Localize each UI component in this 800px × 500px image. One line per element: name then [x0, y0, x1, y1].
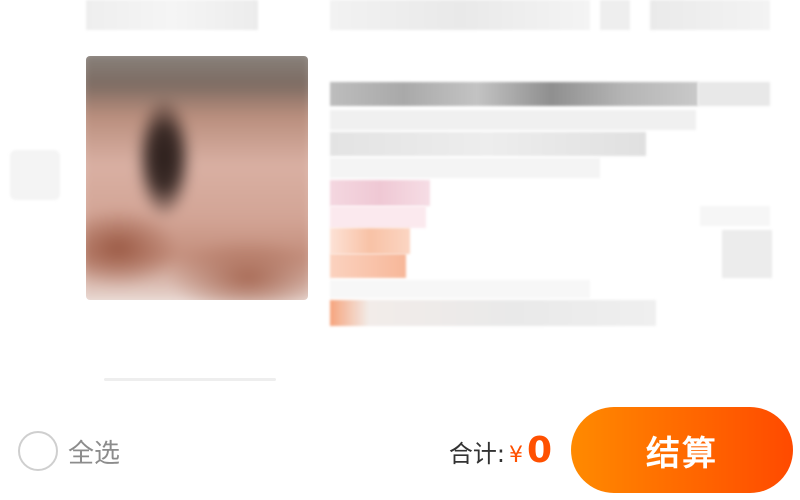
product-title-obscured[interactable]	[330, 82, 698, 106]
previous-item-placeholder	[600, 0, 630, 30]
cart-item-list	[0, 0, 800, 395]
divider	[104, 378, 276, 381]
total-label: 合计:	[448, 440, 505, 468]
product-thumbnail[interactable]	[86, 56, 308, 300]
product-spec-obscured	[330, 110, 696, 130]
price-obscured	[330, 254, 406, 278]
product-title-obscured	[698, 82, 770, 106]
item-note-obscured	[330, 300, 656, 326]
previous-item-placeholder	[650, 0, 770, 30]
item-note-obscured	[330, 280, 590, 298]
item-select-checkbox[interactable]	[10, 150, 60, 200]
checkout-button[interactable]: 结算	[571, 407, 793, 493]
product-image	[86, 56, 308, 300]
quantity-stepper-obscured[interactable]	[722, 230, 772, 278]
select-all-label: 全选	[68, 438, 121, 469]
currency-symbol: ¥	[508, 443, 523, 468]
previous-item-placeholder	[330, 0, 590, 30]
product-spec-obscured[interactable]	[330, 132, 646, 156]
radio-unchecked-icon[interactable]	[18, 431, 58, 471]
product-spec-obscured	[330, 158, 600, 178]
previous-item-placeholder	[86, 0, 258, 30]
cart-bottom-bar: 全选 合计: ¥ 0 结算	[0, 395, 800, 500]
quantity-label-obscured	[700, 206, 770, 226]
select-all-toggle[interactable]: 全选	[18, 428, 120, 474]
total-price: 合计: ¥ 0	[449, 428, 552, 474]
promo-tag-obscured	[330, 206, 426, 228]
cart-page: 全选 合计: ¥ 0 结算	[0, 0, 800, 500]
total-amount: 0	[526, 430, 552, 471]
promo-tag-obscured	[330, 180, 430, 206]
price-obscured	[330, 228, 410, 254]
